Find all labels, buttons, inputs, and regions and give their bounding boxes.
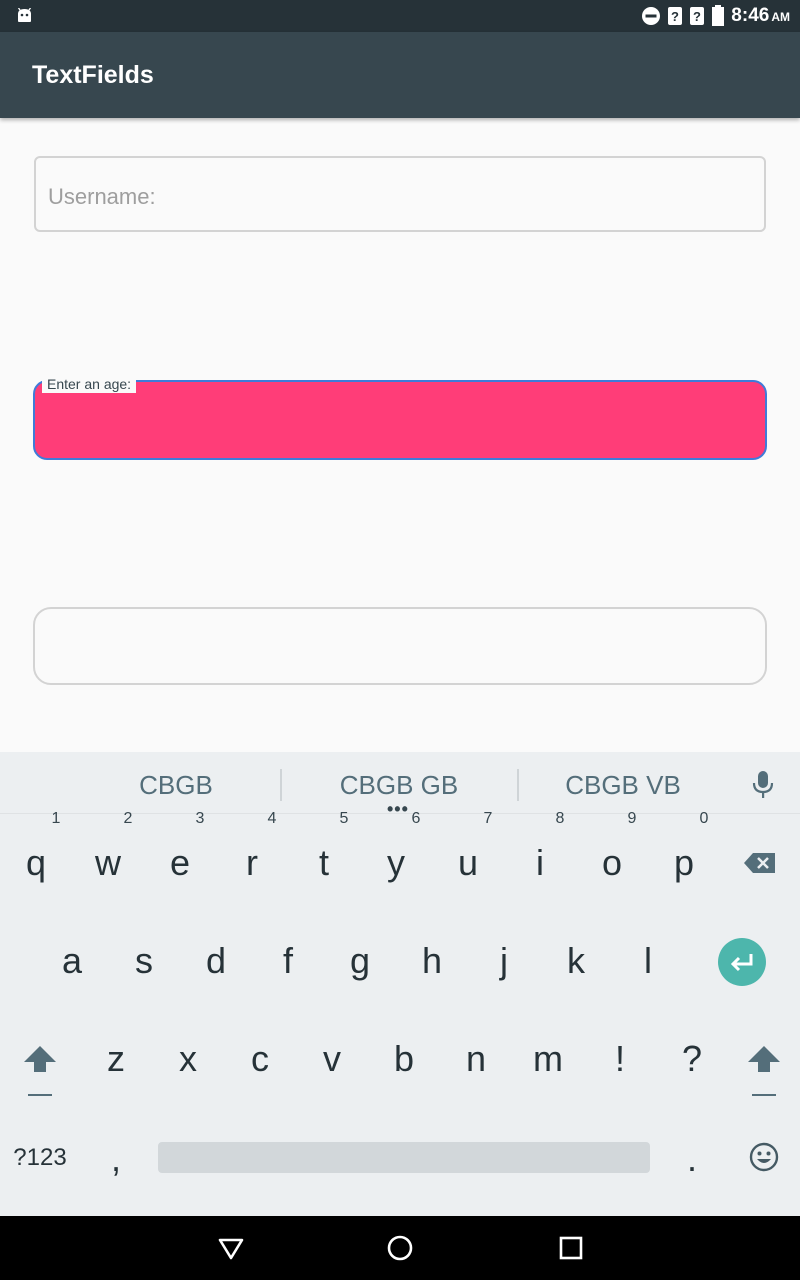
key-hint: 8 [555, 810, 565, 827]
clock-time: 8:46 [731, 5, 770, 26]
suggestion-1[interactable]: CBGB [66, 770, 286, 801]
key-hint: 3 [195, 810, 205, 827]
key-i[interactable]: 8i [512, 810, 568, 884]
key-hint: 2 [123, 810, 133, 827]
shift-right-icon[interactable] [746, 1044, 782, 1100]
suggestion-2[interactable]: CBGB GB [289, 770, 509, 801]
key-hint: 7 [483, 810, 493, 827]
svg-text:?: ? [671, 9, 679, 24]
key-hint: 5 [339, 810, 349, 827]
key-y[interactable]: 6y [368, 810, 424, 884]
age-field[interactable] [33, 380, 767, 460]
key-label: e [169, 842, 191, 883]
shift-left-icon[interactable] [22, 1044, 58, 1100]
home-icon[interactable] [386, 1234, 414, 1262]
enter-key[interactable] [718, 938, 766, 986]
key-l[interactable]: l [620, 940, 676, 982]
key-label: w [95, 842, 121, 883]
username-field[interactable]: Username: [34, 156, 766, 232]
key-g[interactable]: g [332, 940, 388, 982]
clock-ampm: AM [771, 10, 790, 24]
key-r[interactable]: 4r [224, 810, 280, 884]
key-v[interactable]: v [304, 1038, 360, 1080]
key-m[interactable]: m [520, 1038, 576, 1080]
status-bar: ? ? 8:46 AM [0, 0, 800, 32]
key-label: o [601, 842, 623, 883]
age-field-label: Enter an age: [42, 375, 137, 393]
key-w[interactable]: 2w [80, 810, 136, 884]
key-j[interactable]: j [476, 940, 532, 982]
app-title: TextFields [32, 61, 154, 89]
key-label: y [387, 842, 405, 883]
key-o[interactable]: 9o [584, 810, 640, 884]
key-s[interactable]: s [116, 940, 172, 982]
key-label: t [318, 842, 329, 883]
microphone-icon[interactable] [752, 770, 774, 800]
key-label: r [246, 842, 258, 883]
no-signal-icon: ? [668, 7, 683, 25]
key-e[interactable]: 3e [152, 810, 208, 884]
android-icon [17, 8, 32, 22]
suggestion-strip: CBGB CBGB GB ••• CBGB VB [0, 752, 800, 818]
symbols-key[interactable]: ?123 [8, 1144, 72, 1172]
key-hint: 1 [51, 810, 61, 827]
key-n[interactable]: n [448, 1038, 504, 1080]
recents-icon[interactable] [557, 1234, 585, 1262]
soft-keyboard: CBGB CBGB GB ••• CBGB VB 1q2w3e4r5t6y7u8… [0, 752, 800, 1216]
key-hint: 0 [699, 810, 709, 827]
emoji-icon[interactable] [749, 1142, 779, 1172]
key-x[interactable]: x [160, 1038, 216, 1080]
no-wifi-icon: ? [690, 7, 705, 25]
key-f[interactable]: f [260, 940, 316, 982]
back-icon[interactable] [217, 1234, 245, 1262]
key-exclamation[interactable]: ! [592, 1038, 648, 1080]
key-h[interactable]: h [404, 940, 460, 982]
enter-icon [730, 954, 753, 972]
space-bar[interactable] [158, 1142, 650, 1173]
username-placeholder: Username: [48, 184, 156, 209]
key-d[interactable]: d [188, 940, 244, 982]
key-label: p [673, 842, 695, 883]
key-t[interactable]: 5t [296, 810, 352, 884]
suggestion-3[interactable]: CBGB VB [513, 770, 733, 801]
key-z[interactable]: z [88, 1038, 144, 1080]
key-label: q [25, 842, 47, 883]
key-p[interactable]: 0p [656, 810, 712, 884]
key-question[interactable]: ? [664, 1038, 720, 1080]
key-c[interactable]: c [232, 1038, 288, 1080]
key-label: i [536, 842, 544, 883]
key-b[interactable]: b [376, 1038, 432, 1080]
suggestion-divider [280, 769, 282, 801]
app-bar: TextFields [0, 32, 800, 118]
key-u[interactable]: 7u [440, 810, 496, 884]
period-key[interactable]: . [672, 1138, 712, 1180]
key-q[interactable]: 1q [8, 810, 64, 884]
backspace-icon[interactable] [743, 852, 777, 874]
key-hint: 9 [627, 810, 637, 827]
navigation-bar [0, 1216, 800, 1280]
comma-key[interactable]: , [96, 1138, 136, 1180]
svg-text:?: ? [693, 9, 701, 24]
third-text-field[interactable] [33, 607, 767, 685]
key-a[interactable]: a [44, 940, 100, 982]
key-hint: 4 [267, 810, 277, 827]
battery-icon [712, 5, 725, 26]
key-k[interactable]: k [548, 940, 604, 982]
key-hint: 6 [411, 810, 421, 827]
do-not-disturb-icon [642, 7, 661, 25]
key-label: u [457, 842, 479, 883]
